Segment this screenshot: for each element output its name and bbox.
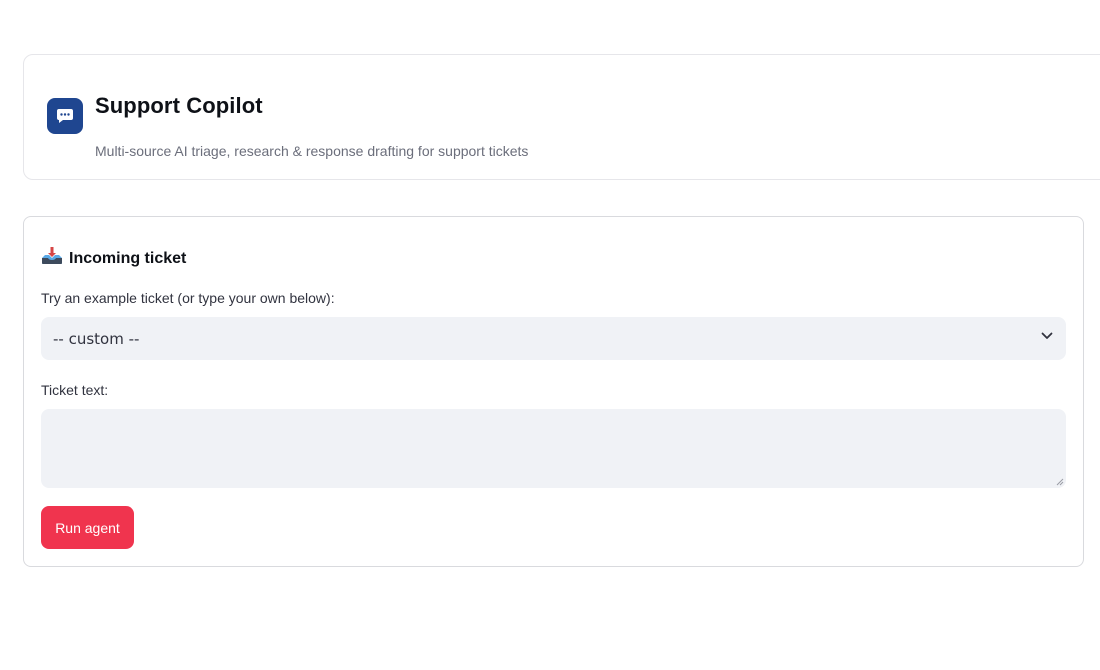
example-ticket-label: Try an example ticket (or type your own … xyxy=(41,290,335,306)
section-heading: Incoming ticket xyxy=(41,247,186,270)
section-title: Incoming ticket xyxy=(69,249,187,267)
resize-handle-icon[interactable] xyxy=(1054,476,1064,486)
app-subtitle: Multi-source AI triage, research & respo… xyxy=(95,143,529,159)
ticket-text-input[interactable] xyxy=(41,409,1066,488)
run-agent-button[interactable]: Run agent xyxy=(41,506,134,549)
inbox-tray-icon xyxy=(41,247,63,270)
select-value: -- custom -- xyxy=(53,329,140,348)
chevron-down-icon xyxy=(1040,329,1054,348)
ticket-text-label: Ticket text: xyxy=(41,382,109,398)
chat-bubble-icon xyxy=(47,98,83,134)
app-header-card: Support Copilot Multi-source AI triage, … xyxy=(23,54,1100,180)
app-title: Support Copilot xyxy=(95,93,263,118)
example-ticket-select[interactable]: -- custom -- xyxy=(41,317,1066,360)
incoming-ticket-card: Incoming ticket Try an example ticket (o… xyxy=(23,216,1084,567)
